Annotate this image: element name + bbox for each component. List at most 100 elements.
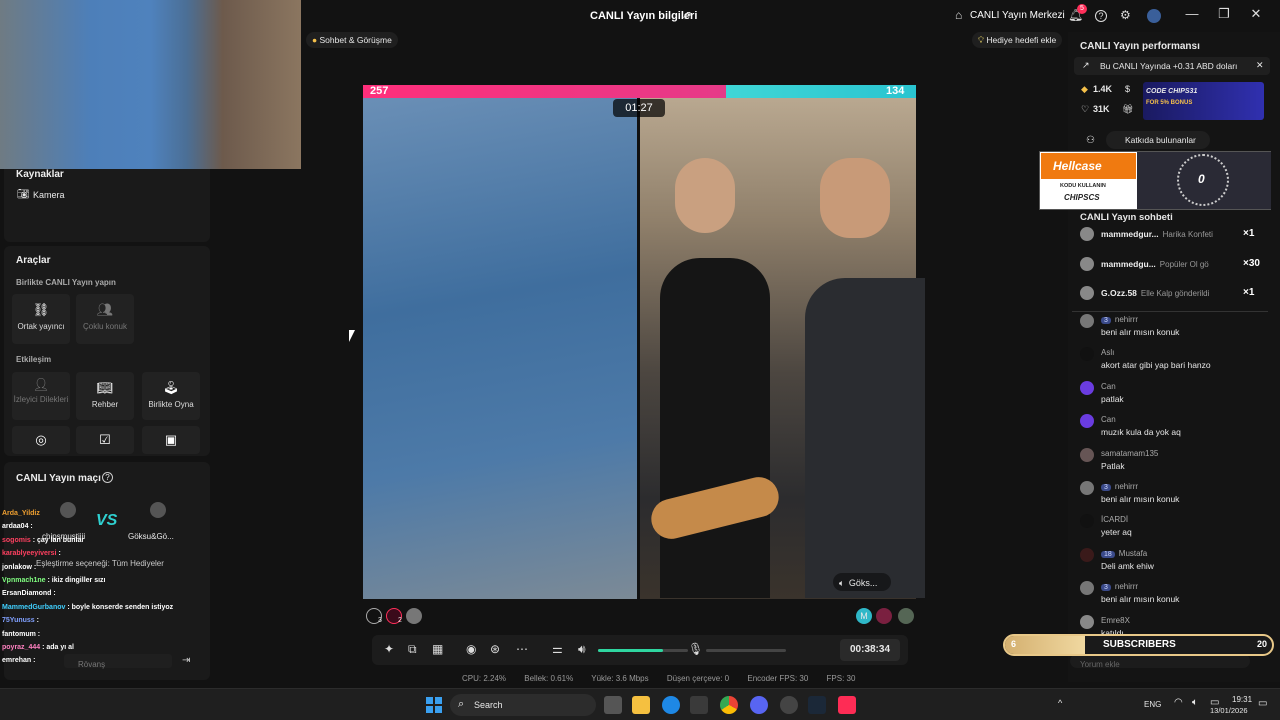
tool-extra-3[interactable]: ▣	[142, 426, 200, 454]
person-silhouette	[660, 258, 770, 598]
code-ad-line2: FOR 5% BONUS	[1146, 100, 1193, 106]
contributor-avatar-right-2[interactable]	[876, 608, 892, 624]
steam-icon[interactable]	[808, 696, 826, 714]
help-icon[interactable]: ?	[1095, 10, 1107, 22]
share-icon[interactable]: ⇗	[682, 8, 692, 22]
overlay-chat-line: Arda_Yildiz	[2, 510, 40, 517]
sliders-icon[interactable]: ⚌	[552, 642, 563, 656]
chat-username[interactable]: Can	[1101, 415, 1116, 424]
camera-source[interactable]: Kamera	[33, 190, 65, 200]
home-icon[interactable]: ⌂	[955, 8, 962, 22]
microphone-icon[interactable]: 🎙︎	[688, 642, 703, 656]
clock-time[interactable]: 19:31	[1232, 695, 1252, 704]
live-center-link[interactable]: CANLI Yayın Merkezi	[970, 10, 1065, 21]
gift-avatar[interactable]	[1080, 256, 1094, 271]
exit-icon[interactable]: ⇥	[182, 655, 190, 666]
gift-avatar[interactable]	[1080, 227, 1094, 241]
chat-username[interactable]: nehirrr	[1115, 482, 1138, 491]
tiktok-live-icon[interactable]	[838, 696, 856, 714]
chat-username[interactable]: nehirrr	[1115, 315, 1138, 324]
perf-title: CANLI Yayın performansı	[1080, 41, 1200, 52]
play-together-button[interactable]: 🕹︎ Birlikte Oyna	[142, 372, 200, 420]
chat-username[interactable]: samatamam135	[1101, 449, 1158, 458]
mic-slider[interactable]	[706, 649, 786, 652]
diamond-icon: ◆	[1081, 84, 1088, 94]
gift-avatar[interactable]	[1080, 286, 1094, 300]
close-button[interactable]: ✕	[1244, 6, 1268, 22]
code-ad-banner[interactable]: CODE CHIPS31 FOR 5% BONUS	[1143, 82, 1264, 120]
effects-icon[interactable]: ⧉	[408, 642, 417, 657]
tool-extra-1[interactable]: ◎	[12, 426, 70, 454]
record-icon[interactable]: ◉	[466, 642, 476, 656]
tray-expand-icon[interactable]: ^	[1058, 698, 1062, 708]
tool-extra-2[interactable]: ☑	[76, 426, 134, 454]
contributor-avatar-3[interactable]	[406, 608, 422, 624]
chat-username[interactable]: nehirrr	[1115, 582, 1138, 591]
chat-avatar[interactable]	[1080, 314, 1094, 328]
chat-username[interactable]: İCARDİ	[1101, 515, 1128, 524]
chat-username[interactable]: Can	[1101, 382, 1116, 391]
store-icon[interactable]	[690, 696, 708, 714]
rematch-button[interactable]: Rövanş	[64, 654, 172, 669]
discord-icon[interactable]	[750, 696, 768, 714]
overlay-chat-text: :	[33, 563, 37, 571]
magic-icon[interactable]: ✦	[384, 642, 394, 656]
avatar[interactable]	[1147, 9, 1161, 23]
overlay-chat-name: poyraz_444	[2, 644, 41, 651]
tools-title: Araçlar	[16, 255, 51, 266]
chat-header: 18 Mustafa	[1101, 549, 1280, 558]
chrome-icon[interactable]	[720, 696, 738, 714]
minimize-button[interactable]: —	[1180, 6, 1204, 21]
chat-call-pill[interactable]: ● Sohbet & Görüşme	[306, 32, 398, 48]
search-label: Search	[474, 700, 503, 710]
chat-username[interactable]: Aslı	[1101, 348, 1114, 357]
windows-start-icon[interactable]	[426, 697, 442, 713]
contributors-button[interactable]: Katkıda bulunanlar	[1106, 131, 1210, 149]
chat-avatar[interactable]	[1080, 481, 1094, 495]
clock-date[interactable]: 13/01/2026	[1210, 706, 1248, 715]
volume-slider[interactable]	[598, 649, 688, 652]
chat-username[interactable]: Emre8X	[1101, 616, 1130, 625]
chat-text: muzık kula da yok aq	[1101, 427, 1181, 438]
speaker-icon[interactable]: 🔊︎	[578, 642, 586, 657]
chat-username[interactable]: Mustafa	[1119, 549, 1147, 558]
overlay-chat-line: karablyeeyiversi :	[2, 550, 61, 557]
guide-button[interactable]: 📖︎ Rehber	[76, 372, 134, 420]
cohost-button[interactable]: ⛓ Ortak yayıncı	[12, 294, 70, 344]
chat-avatar[interactable]	[1080, 447, 1094, 462]
info-icon[interactable]: ?	[102, 472, 113, 483]
layout-icon[interactable]: ▦	[432, 642, 443, 656]
contributor-avatar-right-3[interactable]	[898, 608, 914, 624]
file-explorer-icon[interactable]	[632, 696, 650, 714]
joystick-icon: 🕹︎	[162, 380, 180, 395]
overlay-chat-name: Vpnmach1ne	[2, 577, 46, 584]
multi-guest-button[interactable]: 👥︎ Çoklu konuk	[76, 294, 134, 344]
hellcase-ad[interactable]: Hellcase KODU KULLANIN CHIPSCS 0	[1039, 151, 1271, 210]
edge-icon[interactable]	[662, 696, 680, 714]
comment-input[interactable]: Yorum ekle	[1070, 654, 1250, 669]
notification-center-icon[interactable]: ▭	[1258, 698, 1267, 709]
book-icon: 📖︎	[96, 380, 114, 395]
gear-icon[interactable]: ⚙	[1120, 8, 1131, 22]
multi-guest-label: Çoklu konuk	[82, 322, 128, 331]
camera-switch-icon[interactable]: ⊛	[490, 642, 500, 656]
overlay-chat-text: :	[37, 630, 41, 638]
more-icon[interactable]: ⋯	[516, 642, 528, 656]
chat-avatar[interactable]	[1080, 547, 1094, 562]
viewer-requests-button[interactable]: 👤︎ İzleyici Dilekleri	[12, 372, 70, 420]
gift-goal-pill[interactable]: 💡︎ Hediye hedefi ekle	[972, 32, 1063, 48]
taskbar-search[interactable]: ⌕ Search	[450, 694, 596, 716]
task-view-icon[interactable]	[604, 696, 622, 714]
person-add-icon[interactable]: ⚇	[1086, 135, 1095, 146]
volume-icon[interactable]: 🔈︎	[1192, 697, 1198, 708]
chat-avatar[interactable]	[1080, 380, 1094, 395]
app-icon[interactable]	[780, 696, 798, 714]
maximize-button[interactable]: ❐	[1212, 6, 1236, 22]
close-icon[interactable]: ✕	[1256, 60, 1264, 71]
chat-avatar[interactable]	[1080, 614, 1094, 629]
chat-text: beni alır mısın konuk	[1101, 494, 1180, 504]
contributor-avatar-right-1[interactable]: M	[856, 608, 872, 624]
wifi-icon[interactable]: ◠	[1174, 697, 1183, 708]
box-icon: ▣	[164, 432, 178, 447]
language-indicator[interactable]: ENG	[1144, 700, 1161, 709]
